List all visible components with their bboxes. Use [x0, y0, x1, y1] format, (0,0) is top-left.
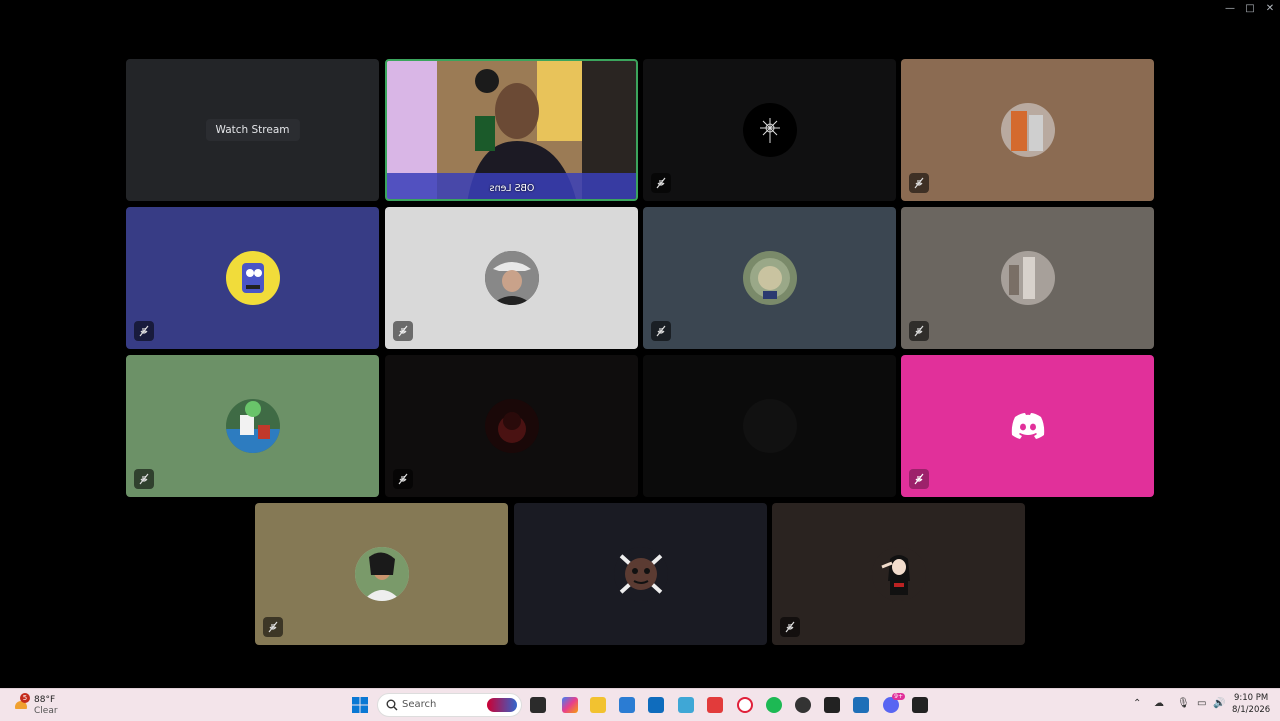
- mute-indicator: [134, 321, 154, 341]
- mic-muted-icon: [268, 621, 278, 633]
- app-f-icon[interactable]: [678, 697, 694, 713]
- mute-indicator: [651, 321, 671, 341]
- participant-avatar: [1000, 399, 1055, 453]
- mic-muted-icon: [398, 473, 408, 485]
- mic-muted-icon: [656, 325, 666, 337]
- cloud-icon[interactable]: ☁: [1154, 698, 1164, 709]
- mic-muted-icon: [139, 325, 149, 337]
- weather-widget[interactable]: 5 88°F Clear: [12, 693, 72, 717]
- participant-avatar: [871, 547, 926, 601]
- video-label: OBS Lens: [489, 183, 534, 194]
- participant-avatar: [484, 399, 539, 453]
- display-icon[interactable]: ▭: [1197, 698, 1206, 709]
- participant-avatar: [354, 547, 409, 601]
- opera-icon[interactable]: [737, 697, 753, 713]
- mic-muted-icon: [656, 177, 666, 189]
- close-button[interactable]: ✕: [1260, 0, 1280, 16]
- taskbar-search[interactable]: Search: [377, 693, 522, 717]
- mute-indicator: [134, 469, 154, 489]
- microphone-icon[interactable]: 🎙: [1177, 698, 1190, 709]
- participant-avatar: [1000, 251, 1055, 305]
- participant-avatar: [742, 251, 797, 305]
- spotify-icon[interactable]: [766, 697, 782, 713]
- obs-icon[interactable]: [824, 697, 840, 713]
- participant-avatar: [484, 251, 539, 305]
- mic-muted-icon: [398, 325, 408, 337]
- participant-tile[interactable]: [901, 355, 1154, 497]
- maximize-button[interactable]: □: [1240, 0, 1260, 16]
- audio-app-icon[interactable]: [912, 697, 928, 713]
- stream-tile[interactable]: Watch Stream: [126, 59, 379, 201]
- task-view-icon[interactable]: [530, 697, 546, 713]
- weather-desc: Clear: [34, 706, 58, 716]
- taskbar: 5 88°F Clear Search 9+ ⌃ ☁ 🎙 ▭ 🔊 9:10 PM…: [0, 688, 1280, 721]
- mute-indicator: [393, 469, 413, 489]
- participant-tile[interactable]: [643, 355, 896, 497]
- mic-muted-icon: [914, 325, 924, 337]
- weather-badge: 5: [20, 693, 30, 703]
- participant-tile[interactable]: [901, 207, 1154, 349]
- clock-time[interactable]: 9:10 PM: [1234, 693, 1268, 703]
- participant-tile[interactable]: [772, 503, 1025, 645]
- participant-tile[interactable]: [126, 207, 379, 349]
- search-highlight-icon: [487, 698, 517, 712]
- participant-avatar: [225, 251, 280, 305]
- watch-stream-button[interactable]: Watch Stream: [205, 119, 300, 141]
- participant-avatar: [613, 547, 668, 601]
- mute-indicator: [909, 469, 929, 489]
- windows-logo-icon: [352, 697, 368, 713]
- chevron-up-icon[interactable]: ⌃: [1133, 698, 1141, 709]
- participant-avatar: [1000, 103, 1055, 157]
- discord-badge: 9+: [892, 693, 905, 700]
- participant-avatar: [742, 399, 797, 453]
- store-icon[interactable]: [619, 697, 635, 713]
- mute-indicator: [393, 321, 413, 341]
- video-tile[interactable]: OBS Lens: [385, 59, 638, 201]
- participant-tile[interactable]: [514, 503, 767, 645]
- participant-tile[interactable]: [255, 503, 508, 645]
- webcam-video: [387, 61, 636, 199]
- search-icon: [386, 699, 398, 711]
- file-explorer-icon[interactable]: [590, 697, 606, 713]
- mic-muted-icon: [914, 473, 924, 485]
- mute-indicator: [909, 173, 929, 193]
- participant-tile[interactable]: [385, 207, 638, 349]
- mic-muted-icon: [785, 621, 795, 633]
- weather-temp: 88°F: [34, 695, 56, 705]
- discord-logo-icon: [1011, 413, 1044, 439]
- app-chart-icon[interactable]: [853, 697, 869, 713]
- participant-avatar: [742, 103, 797, 157]
- mic-muted-icon: [914, 177, 924, 189]
- minimize-button[interactable]: —: [1220, 0, 1240, 16]
- participant-tile[interactable]: [643, 207, 896, 349]
- copilot-icon[interactable]: [562, 697, 578, 713]
- mute-indicator: [263, 617, 283, 637]
- participant-tile[interactable]: [901, 59, 1154, 201]
- participant-tile[interactable]: [126, 355, 379, 497]
- mute-indicator: [909, 321, 929, 341]
- window-controls: — □ ✕: [1220, 0, 1280, 16]
- participant-tile[interactable]: [643, 59, 896, 201]
- clock-date[interactable]: 8/1/2026: [1232, 705, 1270, 715]
- search-placeholder: Search: [402, 699, 437, 710]
- discord-taskbar-icon[interactable]: 9+: [883, 693, 905, 713]
- mute-indicator: [651, 173, 671, 193]
- start-button[interactable]: [352, 697, 368, 713]
- participant-tile[interactable]: [385, 355, 638, 497]
- outlook-icon[interactable]: [648, 697, 664, 713]
- participant-avatar: [225, 399, 280, 453]
- mic-muted-icon: [139, 473, 149, 485]
- mute-indicator: [780, 617, 800, 637]
- volume-icon[interactable]: 🔊: [1213, 698, 1225, 709]
- app-dark-icon[interactable]: [795, 697, 811, 713]
- app-red-icon[interactable]: [707, 697, 723, 713]
